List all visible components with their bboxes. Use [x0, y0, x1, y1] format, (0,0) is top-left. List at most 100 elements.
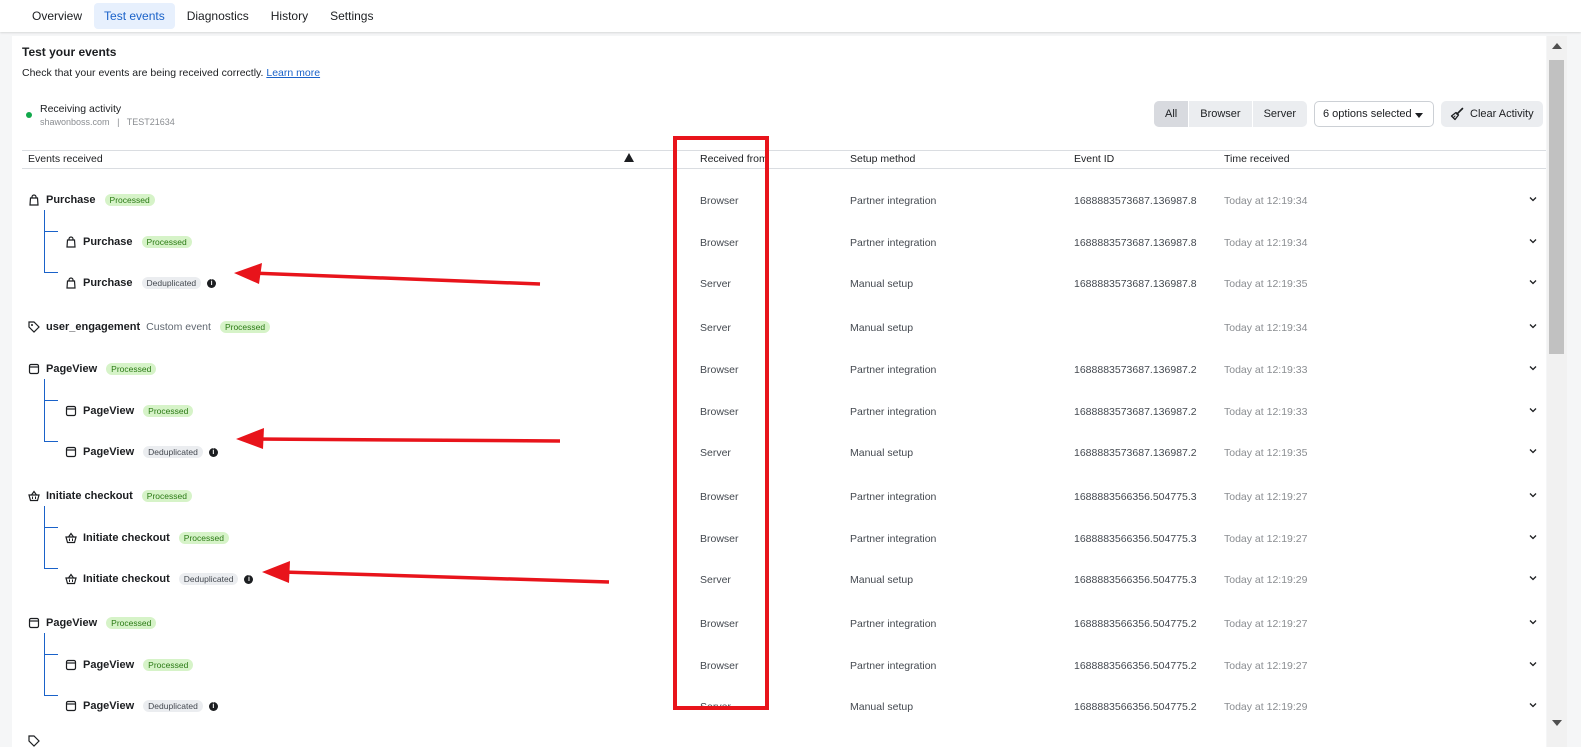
window-icon: [28, 363, 40, 375]
scrollbar[interactable]: [1547, 36, 1567, 747]
event-id-cell: 1688883566356.504775.3: [1074, 491, 1197, 503]
received-from-cell: Server: [700, 701, 731, 713]
time-received-cell: Today at 12:19:35: [1224, 447, 1308, 459]
received-from-cell: Browser: [700, 491, 739, 503]
event-name-cell: [28, 735, 46, 747]
received-from-cell: Browser: [700, 533, 739, 545]
chevron-down-icon[interactable]: [1528, 574, 1538, 582]
table-row[interactable]: Purchase Processed Browser Partner integrat…: [12, 231, 1546, 255]
scroll-up-icon[interactable]: [1552, 43, 1562, 49]
tag-icon: [28, 735, 40, 747]
event-name-cell: Initiate checkout Deduplicated i: [65, 573, 254, 585]
received-from-cell: Browser: [700, 406, 739, 418]
event-name: PageView: [83, 700, 135, 712]
time-received-cell: Today at 12:19:33: [1224, 364, 1308, 376]
status-badge: Deduplicated: [141, 277, 202, 289]
status-badge: Processed: [178, 532, 229, 544]
event-name-cell: PageView Deduplicated i: [65, 700, 218, 712]
table-row[interactable]: PageView Deduplicated i Server Manual setup 1…: [12, 441, 1546, 465]
setup-method-cell: Partner integration: [850, 364, 937, 376]
status-badge: Processed: [143, 405, 194, 417]
chevron-down-icon[interactable]: [1528, 447, 1538, 455]
event-id-cell: 1688883573687.136987.8: [1074, 278, 1197, 290]
table-row[interactable]: Purchase Deduplicated i Server Manual setup 1…: [12, 272, 1546, 296]
tab-diagnostics[interactable]: Diagnostics: [177, 3, 259, 29]
event-name: Purchase: [83, 277, 133, 289]
table-row[interactable]: PageView Processed Browser Partner integrat…: [12, 358, 1546, 382]
scrollbar-thumb[interactable]: [1549, 60, 1564, 354]
setup-method-cell: Partner integration: [850, 237, 937, 249]
chevron-down-icon[interactable]: [1528, 660, 1538, 668]
table-row[interactable]: user_engagement Custom event Processed Serv…: [12, 316, 1546, 340]
event-name-cell: user_engagement Custom event Processed: [28, 321, 271, 333]
event-name: Purchase: [83, 236, 133, 248]
event-id-cell: 1688883566356.504775.3: [1074, 533, 1197, 545]
tab-overview[interactable]: Overview: [22, 3, 92, 29]
table-row-partial[interactable]: [12, 730, 1546, 747]
event-name: PageView: [83, 659, 135, 671]
test-events-panel: Test your events Check that your events …: [12, 36, 1546, 747]
table-row[interactable]: Initiate checkout Processed Browser Partner…: [12, 527, 1546, 551]
time-received-cell: Today at 12:19:27: [1224, 533, 1308, 545]
bag-icon: [29, 194, 39, 206]
chevron-down-icon[interactable]: [1528, 406, 1538, 414]
basket-icon: [28, 490, 40, 502]
info-icon[interactable]: i: [207, 278, 217, 288]
tab-settings[interactable]: Settings: [320, 3, 383, 29]
tab-test-events[interactable]: Test events: [94, 3, 175, 29]
event-id-cell: 1688883566356.504775.2: [1074, 660, 1197, 672]
received-from-cell: Server: [700, 447, 731, 459]
custom-event-label: Custom event: [146, 321, 211, 333]
tab-history[interactable]: History: [261, 3, 318, 29]
status-badge: Processed: [106, 363, 157, 375]
window-icon: [65, 659, 77, 671]
chevron-down-icon[interactable]: [1528, 618, 1538, 626]
basket-icon: [65, 532, 77, 544]
table-row[interactable]: PageView Processed Browser Partner integrat…: [12, 612, 1546, 636]
time-received-cell: Today at 12:19:34: [1224, 237, 1308, 249]
status-badge: Processed: [106, 617, 157, 629]
chevron-down-icon[interactable]: [1528, 237, 1538, 245]
status-badge: Processed: [219, 321, 271, 333]
chevron-down-icon[interactable]: [1528, 278, 1538, 286]
time-received-cell: Today at 12:19:35: [1224, 278, 1308, 290]
setup-method-cell: Manual setup: [850, 447, 914, 459]
table-row[interactable]: Initiate checkout Processed Browser Partner…: [12, 485, 1546, 509]
chevron-down-icon[interactable]: [1528, 701, 1538, 709]
time-received-cell: Today at 12:19:27: [1224, 618, 1308, 630]
table-row[interactable]: Initiate checkout Deduplicated i Server Manu…: [12, 568, 1546, 592]
chevron-down-icon[interactable]: [1528, 533, 1538, 541]
time-received-cell: Today at 12:19:34: [1224, 195, 1308, 207]
info-icon[interactable]: i: [208, 447, 218, 457]
window-icon: [65, 700, 77, 712]
received-from-cell: Browser: [700, 660, 739, 672]
event-name: PageView: [83, 405, 135, 417]
table-row[interactable]: PageView Processed Browser Partner integrat…: [12, 400, 1546, 424]
event-name-cell: PageView Processed: [65, 405, 194, 417]
status-badge: Deduplicated: [143, 700, 203, 712]
status-badge: Processed: [104, 194, 155, 206]
event-name: Purchase: [46, 194, 96, 206]
status-badge: Deduplicated: [178, 573, 239, 585]
chevron-down-icon[interactable]: [1528, 364, 1538, 372]
event-name: PageView: [83, 446, 135, 458]
event-id-cell: 1688883566356.504775.2: [1074, 701, 1197, 713]
chevron-down-icon[interactable]: [1528, 322, 1538, 330]
table-row[interactable]: PageView Processed Browser Partner integrat…: [12, 654, 1546, 678]
event-name: Initiate checkout: [83, 532, 170, 544]
bag-icon: [66, 236, 76, 248]
received-from-cell: Server: [700, 322, 731, 334]
received-from-cell: Browser: [700, 195, 739, 207]
event-id-cell: 1688883573687.136987.2: [1074, 364, 1197, 376]
chevron-down-icon[interactable]: [1528, 195, 1538, 203]
events-table-body: Purchase Processed Browser Partner integrat…: [12, 36, 1546, 747]
table-row[interactable]: PageView Deduplicated i Server Manual setup 1…: [12, 695, 1546, 719]
info-icon[interactable]: i: [244, 574, 254, 584]
scroll-down-icon[interactable]: [1552, 720, 1562, 726]
table-row[interactable]: Purchase Processed Browser Partner integrat…: [12, 189, 1546, 213]
status-badge: Deduplicated: [143, 446, 203, 458]
event-name-cell: PageView Deduplicated i: [65, 446, 218, 458]
event-id-cell: 1688883566356.504775.2: [1074, 618, 1197, 630]
chevron-down-icon[interactable]: [1528, 491, 1538, 499]
info-icon[interactable]: i: [208, 701, 218, 711]
